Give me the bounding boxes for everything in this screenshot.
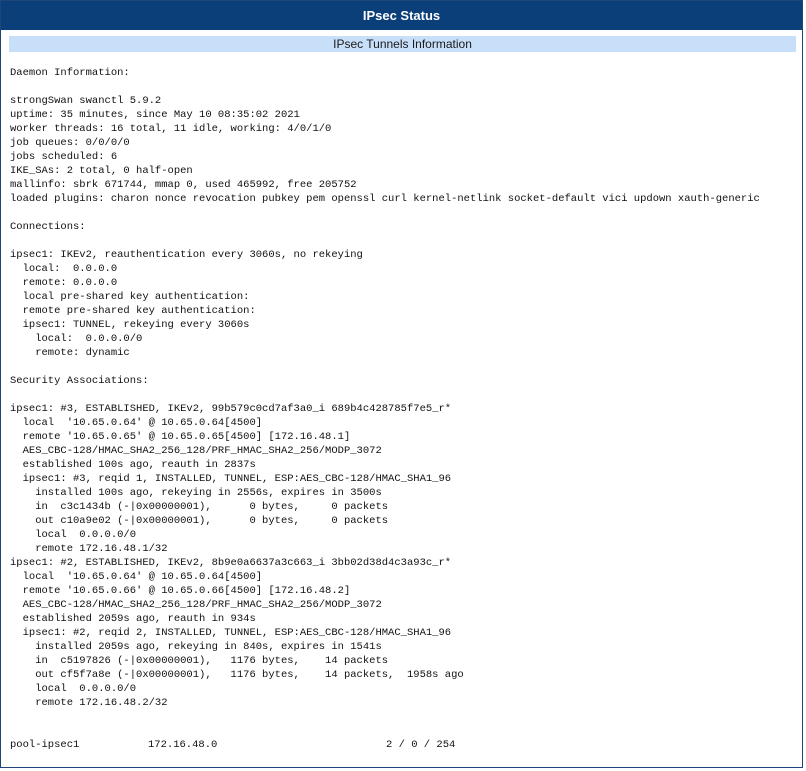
pool-name: pool-ipsec1 [10,739,80,751]
pool-usage: 2 / 0 / 254 [386,739,456,751]
section-header-tunnels: IPsec Tunnels Information [9,36,796,52]
pool-row: pool-ipsec1 172.16.48.0 2 / 0 / 254 [1,738,801,752]
ipsec-status-window: IPsec Status IPsec Tunnels Information D… [0,0,803,768]
pool-address: 172.16.48.0 [148,739,218,751]
status-output-text: Daemon Information: strongSwan swanctl 5… [10,67,760,709]
window-title: IPsec Status [1,1,802,30]
